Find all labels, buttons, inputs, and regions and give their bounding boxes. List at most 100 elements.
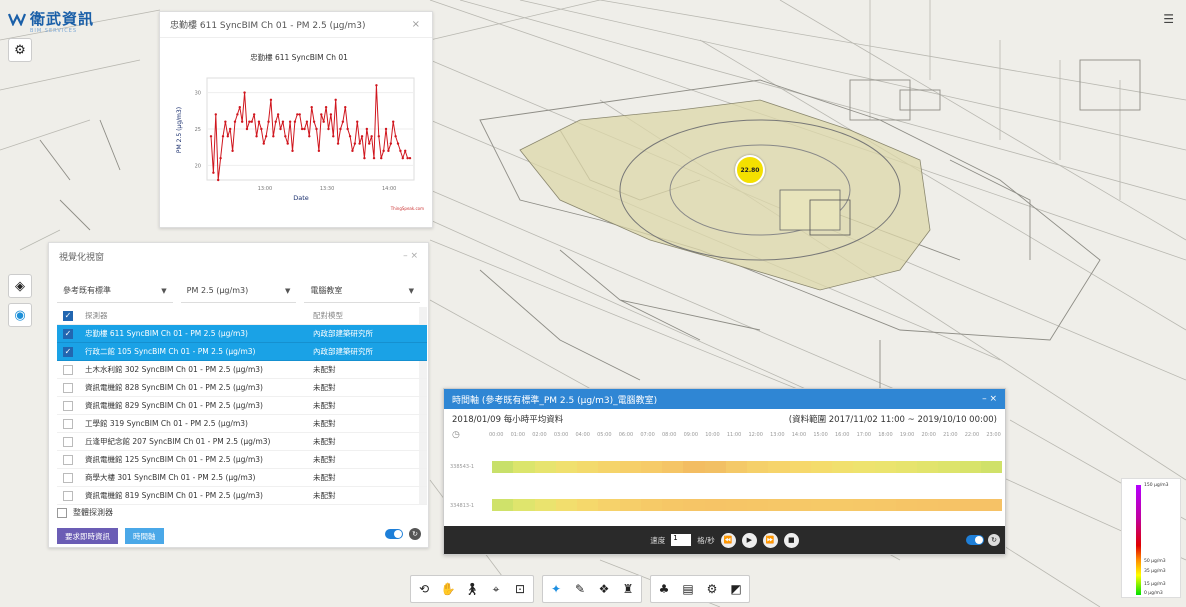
hour-cell[interactable]	[832, 461, 854, 473]
hour-cell[interactable]	[534, 461, 556, 473]
hour-cell[interactable]	[577, 461, 599, 473]
hour-cell[interactable]	[917, 499, 939, 511]
row-checkbox[interactable]	[63, 382, 73, 393]
properties-icon[interactable]: ▤	[679, 580, 697, 598]
scrollbar[interactable]	[419, 397, 427, 414]
visibility-toggle[interactable]	[385, 529, 403, 539]
data-point[interactable]	[245, 127, 249, 131]
table-row[interactable]: ✓ 忠勤樓 611 SyncBIM Ch 01 - PM 2.5 (μg/m3) 內…	[57, 325, 427, 343]
hour-cell[interactable]	[959, 499, 981, 511]
data-point[interactable]	[209, 135, 213, 138]
data-point[interactable]	[384, 127, 388, 131]
table-row[interactable]: ✓ 行政二館 105 SyncBIM Ch 01 - PM 2.5 (μg/m3)…	[57, 343, 427, 361]
data-point[interactable]	[274, 120, 277, 123]
hour-cell[interactable]	[704, 499, 726, 511]
fit-view-icon[interactable]: ⊡	[511, 580, 529, 598]
data-point[interactable]	[339, 127, 342, 131]
model-tree-icon[interactable]: ♣	[655, 580, 673, 598]
data-point[interactable]	[315, 127, 318, 131]
data-point[interactable]	[250, 120, 253, 123]
hour-cell[interactable]	[683, 499, 705, 511]
hour-cell[interactable]	[662, 461, 684, 473]
hour-cell[interactable]	[832, 499, 854, 511]
model-view-button[interactable]: ◈	[8, 274, 32, 298]
row-checkbox[interactable]	[63, 418, 73, 429]
data-point[interactable]	[401, 156, 405, 160]
scrollbar[interactable]	[419, 469, 427, 486]
hour-cell[interactable]	[895, 499, 917, 511]
data-point[interactable]	[236, 113, 239, 116]
data-point[interactable]	[279, 127, 282, 131]
hour-cell[interactable]	[725, 461, 747, 473]
table-row[interactable]: 丘逢甲紀念館 207 SyncBIM Ch 01 - PM 2.5 (μg/m3…	[57, 433, 427, 451]
minimize-close-icons[interactable]: – ×	[982, 394, 997, 404]
bind-all-checkbox[interactable]	[57, 507, 67, 518]
data-point[interactable]	[360, 135, 364, 138]
data-point[interactable]	[322, 120, 325, 123]
data-point[interactable]	[356, 120, 359, 123]
hour-cell[interactable]	[640, 461, 662, 473]
row-checkbox[interactable]	[63, 400, 73, 411]
row-checkbox[interactable]	[63, 490, 73, 501]
data-point[interactable]	[387, 149, 390, 153]
scrollbar[interactable]	[419, 415, 427, 432]
data-point[interactable]	[399, 149, 402, 153]
table-row[interactable]: 工學館 319 SyncBIM Ch 01 - PM 2.5 (μg/m3) 未配…	[57, 415, 427, 433]
timeline-button[interactable]: 時間軸	[125, 528, 164, 544]
hour-cell[interactable]	[513, 461, 535, 473]
data-point[interactable]	[298, 113, 301, 116]
speed-input[interactable]: 1	[671, 534, 692, 546]
hour-cell[interactable]	[662, 499, 684, 511]
hour-cell[interactable]	[747, 499, 769, 511]
hour-cell[interactable]	[704, 461, 726, 473]
data-point[interactable]	[233, 120, 237, 123]
row-checkbox[interactable]: ✓	[63, 346, 73, 357]
request-realtime-button[interactable]: 要求即時資訊	[57, 528, 118, 544]
hour-cell[interactable]	[853, 499, 875, 511]
hour-cell[interactable]	[810, 499, 832, 511]
data-point[interactable]	[240, 120, 244, 123]
room-select[interactable]: 電腦教室 ▼	[304, 279, 421, 303]
scrollbar[interactable]	[419, 343, 427, 360]
data-point[interactable]	[310, 105, 313, 109]
data-point[interactable]	[363, 156, 366, 160]
pollutant-select[interactable]: PM 2.5 (μg/m3) ▼	[180, 279, 297, 303]
hour-cell[interactable]	[598, 461, 620, 473]
orbit-icon[interactable]: ⟲	[415, 580, 433, 598]
data-point[interactable]	[389, 142, 393, 145]
data-point[interactable]	[305, 120, 309, 123]
pan-hand-icon[interactable]: ✋	[439, 580, 457, 598]
hour-cell[interactable]	[747, 461, 769, 473]
scrollbar[interactable]	[419, 379, 427, 396]
data-point[interactable]	[320, 113, 323, 116]
hour-cell[interactable]	[938, 461, 960, 473]
hour-cell[interactable]	[683, 461, 705, 473]
table-row[interactable]: 資訊電機館 125 SyncBIM Ch 01 - PM 2.5 (μg/m3)…	[57, 451, 427, 469]
data-point[interactable]	[317, 149, 321, 153]
hour-cell[interactable]	[980, 461, 1002, 473]
data-point[interactable]	[284, 135, 287, 138]
row-checkbox[interactable]	[63, 472, 73, 483]
data-point[interactable]	[406, 156, 409, 160]
hour-cell[interactable]	[980, 499, 1002, 511]
settings-button[interactable]: ⚙	[8, 38, 32, 62]
data-point[interactable]	[303, 127, 306, 131]
walk-person-icon[interactable]: 🚶︎	[463, 580, 481, 598]
fast-forward-button[interactable]: ⏩	[762, 532, 778, 548]
hour-cell[interactable]	[619, 461, 641, 473]
data-point[interactable]	[365, 127, 369, 131]
scrollbar[interactable]	[419, 487, 427, 504]
data-point[interactable]	[291, 149, 294, 153]
row-checkbox[interactable]: ✓	[63, 328, 73, 339]
table-row[interactable]: 資訊電機館 819 SyncBIM Ch 01 - PM 2.5 (μg/m3)…	[57, 487, 427, 505]
data-point[interactable]	[382, 149, 385, 153]
stop-button[interactable]: ■	[783, 532, 799, 548]
hour-cell[interactable]	[492, 461, 514, 473]
timeline-heat-bar[interactable]	[492, 499, 1002, 511]
rewind-button[interactable]: ⏪	[720, 532, 736, 548]
hour-cell[interactable]	[789, 499, 811, 511]
data-point[interactable]	[212, 171, 215, 174]
data-point[interactable]	[264, 135, 268, 138]
data-point[interactable]	[392, 120, 395, 123]
play-button[interactable]: ▶	[741, 532, 757, 548]
